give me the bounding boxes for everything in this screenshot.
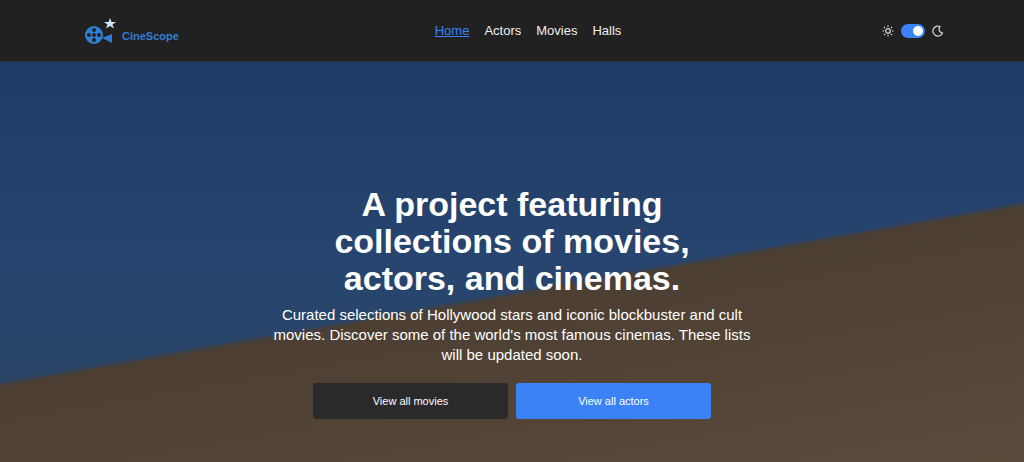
hero-button[interactable]: View all movies <box>313 383 508 419</box>
theme-switcher <box>784 24 944 38</box>
nav-link[interactable]: Home <box>435 23 470 38</box>
toggle-knob <box>913 26 923 36</box>
main-nav: Home Actors Movies Halls <box>435 23 622 38</box>
hero-title: A project featuring collections of movie… <box>302 186 722 297</box>
hero: A project featuring collections of movie… <box>0 62 1024 462</box>
nav-link[interactable]: Halls <box>592 23 621 38</box>
logo[interactable]: CineScope <box>82 16 242 46</box>
page: CineScope Home Actors Movies Halls A project … <box>0 0 1024 462</box>
sun-icon <box>882 25 894 37</box>
hero-button[interactable]: View all actors <box>516 383 711 419</box>
logo-text: CineScope <box>122 30 179 42</box>
top-bar: CineScope Home Actors Movies Halls <box>0 0 1024 62</box>
nav-link[interactable]: Movies <box>536 23 577 38</box>
film-reel-star-icon <box>82 16 120 46</box>
hero-content: A project featuring collections of movie… <box>0 62 1024 419</box>
hero-buttons: View all moviesView all actors <box>313 383 711 419</box>
theme-toggle[interactable] <box>901 24 925 38</box>
nav-link[interactable]: Actors <box>484 23 521 38</box>
moon-icon <box>932 25 944 37</box>
hero-subtitle: Curated selections of Hollywood stars an… <box>262 305 762 365</box>
